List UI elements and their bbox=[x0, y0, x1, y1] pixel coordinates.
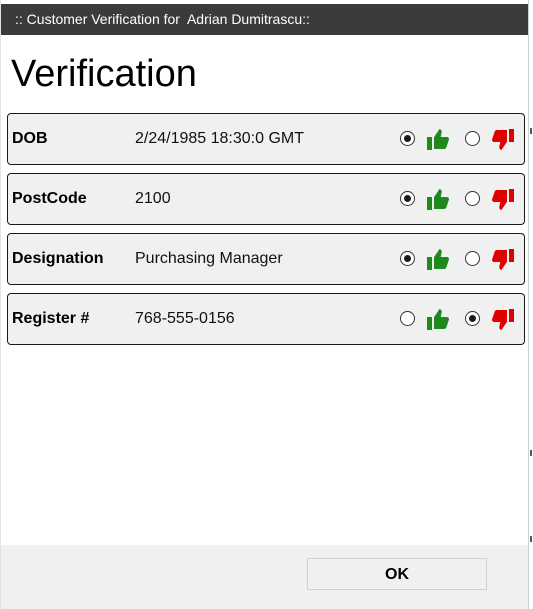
verification-row-register: Register # 768-555-0156 bbox=[7, 293, 525, 345]
verification-list: DOB 2/24/1985 18:30:0 GMT PostCode 2100 … bbox=[7, 113, 525, 353]
reject-radio[interactable] bbox=[465, 251, 480, 266]
window-title: :: Customer Verification for Adrian Dumi… bbox=[1, 4, 529, 35]
ok-button[interactable]: OK bbox=[307, 558, 487, 590]
approve-radio[interactable] bbox=[400, 311, 415, 326]
approve-radio[interactable] bbox=[400, 251, 415, 266]
thumbs-down-icon bbox=[492, 189, 514, 210]
thumbs-down-icon bbox=[492, 129, 514, 150]
edge-mark bbox=[530, 128, 532, 134]
approve-radio[interactable] bbox=[400, 131, 415, 146]
reject-radio[interactable] bbox=[465, 131, 480, 146]
verification-row-dob: DOB 2/24/1985 18:30:0 GMT bbox=[7, 113, 525, 165]
approve-radio[interactable] bbox=[400, 191, 415, 206]
row-value: 2100 bbox=[135, 190, 171, 207]
row-value: 768-555-0156 bbox=[135, 310, 235, 327]
verification-row-postcode: PostCode 2100 bbox=[7, 173, 525, 225]
thumbs-up-icon bbox=[427, 309, 449, 330]
row-label: PostCode bbox=[12, 190, 87, 207]
reject-radio[interactable] bbox=[465, 191, 480, 206]
thumbs-down-icon bbox=[492, 249, 514, 270]
verification-row-designation: Designation Purchasing Manager bbox=[7, 233, 525, 285]
page-title: Verification bbox=[11, 53, 197, 95]
thumbs-up-icon bbox=[427, 189, 449, 210]
row-label: DOB bbox=[12, 130, 48, 147]
row-label: Register # bbox=[12, 310, 90, 327]
row-value: Purchasing Manager bbox=[135, 250, 283, 267]
row-label: Designation bbox=[12, 250, 104, 267]
reject-radio[interactable] bbox=[465, 311, 480, 326]
dialog-footer: OK bbox=[1, 545, 529, 609]
thumbs-up-icon bbox=[427, 249, 449, 270]
row-value: 2/24/1985 18:30:0 GMT bbox=[135, 130, 304, 147]
edge-mark bbox=[530, 450, 532, 456]
thumbs-down-icon bbox=[492, 309, 514, 330]
verification-dialog: :: Customer Verification for Adrian Dumi… bbox=[0, 0, 529, 609]
edge-mark bbox=[530, 536, 532, 542]
background-window-edge bbox=[528, 0, 533, 609]
thumbs-up-icon bbox=[427, 129, 449, 150]
